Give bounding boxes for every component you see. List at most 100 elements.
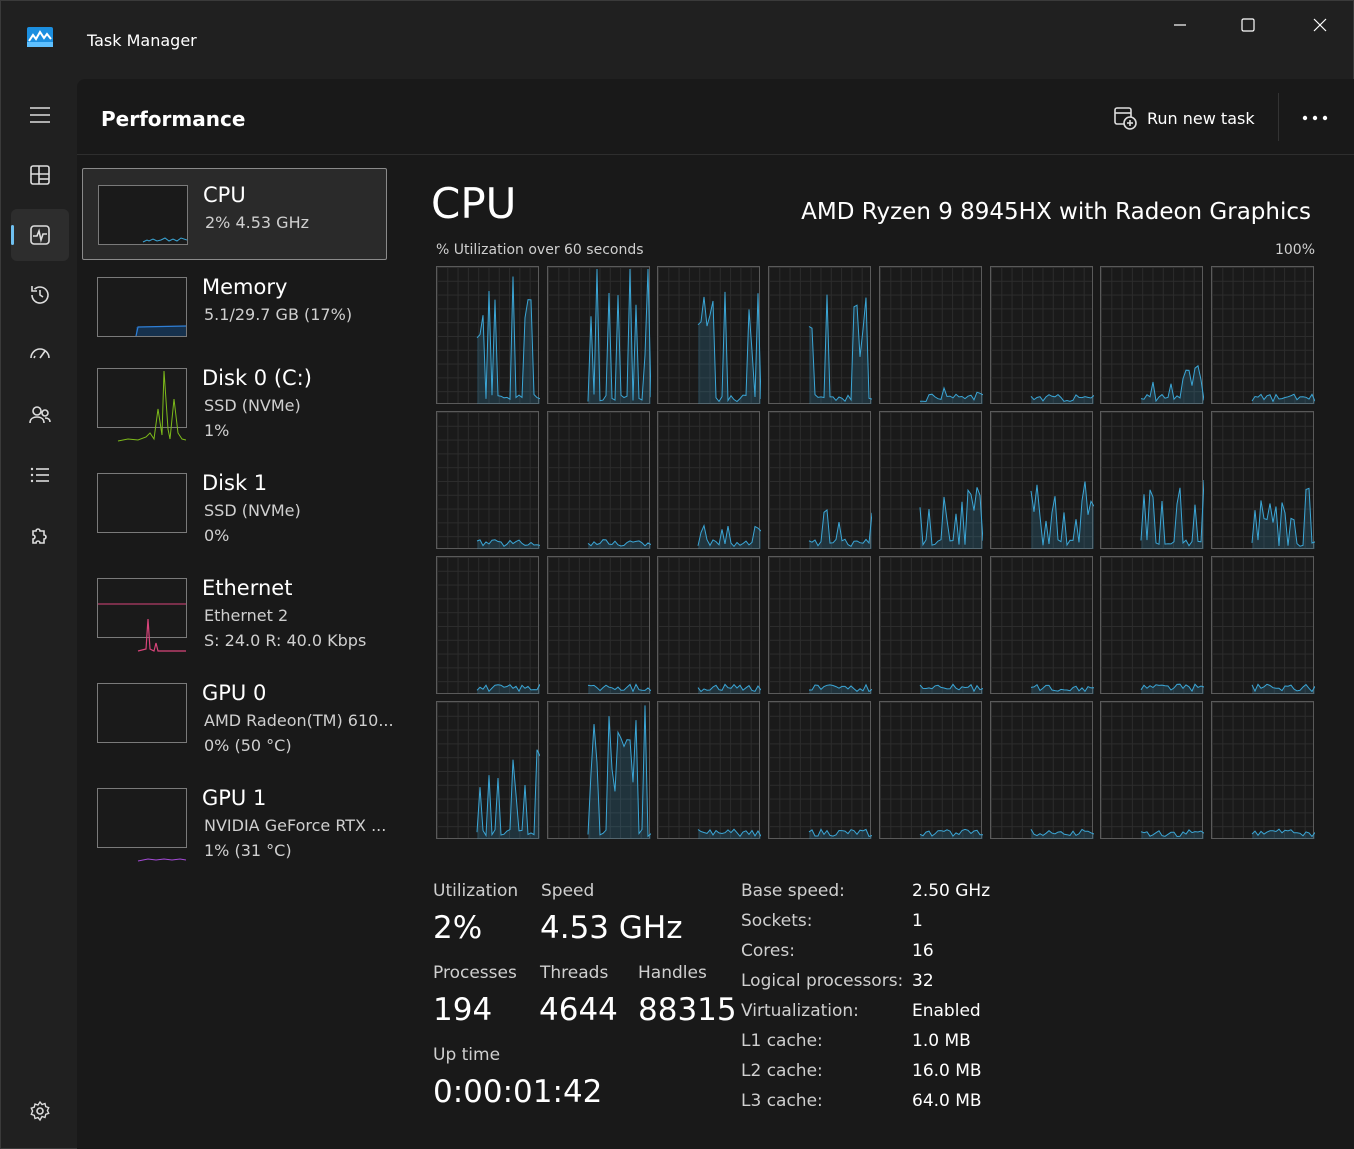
navigation-rail bbox=[1, 79, 77, 1149]
resource-name: Disk 1 bbox=[202, 471, 268, 495]
logical-processor-trace bbox=[1141, 364, 1205, 404]
utilization-value: 2% bbox=[433, 910, 483, 946]
logical-processor-graph bbox=[878, 266, 983, 404]
spec-key: Base speed: bbox=[741, 881, 845, 901]
performance-icon bbox=[30, 225, 50, 245]
logical-processor-graph bbox=[546, 411, 651, 549]
resource-name: Memory bbox=[202, 275, 288, 299]
spec-key: Logical processors: bbox=[741, 971, 904, 991]
nav-performance[interactable] bbox=[11, 209, 69, 261]
logical-processor-graph bbox=[1100, 266, 1205, 404]
logical-processor-graph bbox=[546, 701, 651, 839]
resource-detail: 1% (31 °C) bbox=[204, 841, 292, 860]
logical-processor-trace bbox=[1030, 481, 1094, 549]
logical-processor-graph bbox=[436, 266, 540, 404]
more-icon bbox=[1302, 115, 1328, 121]
resource-name: GPU 0 bbox=[202, 681, 267, 705]
speed-label: Speed bbox=[541, 881, 595, 901]
speed-value: 4.53 GHz bbox=[540, 910, 683, 946]
nav-startup-apps[interactable] bbox=[11, 329, 69, 381]
resource-detail: 0% (50 °C) bbox=[204, 736, 292, 755]
logical-processor-trace bbox=[808, 509, 873, 549]
resource-detail: Ethernet 2 bbox=[204, 606, 289, 625]
task-manager-window: Task Manager Performance Run new task CP… bbox=[0, 0, 1354, 1149]
resource-item-memory[interactable]: Memory 5.1/29.7 GB (17%) bbox=[82, 261, 387, 353]
resource-item-gpu1[interactable]: GPU 1 NVIDIA GeForce RTX ... 1% (31 °C) bbox=[82, 772, 387, 864]
spec-value: 32 bbox=[912, 971, 934, 991]
utilization-area bbox=[809, 294, 873, 404]
cpu-heading: CPU bbox=[431, 179, 517, 228]
ethernet-mini-graph bbox=[98, 603, 186, 652]
disk0-mini-graph bbox=[117, 370, 187, 442]
memory-thumbnail-graph bbox=[97, 277, 187, 337]
logical-processor-trace bbox=[1030, 683, 1094, 694]
nav-settings[interactable] bbox=[11, 1085, 69, 1137]
logical-processor-graph-grid bbox=[436, 266, 1316, 840]
logical-processor-graph bbox=[768, 266, 873, 404]
nav-services[interactable] bbox=[11, 509, 69, 561]
logical-processor-trace bbox=[919, 683, 983, 694]
logical-processor-graph bbox=[768, 556, 873, 694]
resource-item-disk1[interactable]: Disk 1 SSD (NVMe) 0% bbox=[82, 457, 387, 549]
users-icon bbox=[29, 406, 51, 424]
spec-key: Virtualization: bbox=[741, 1001, 859, 1021]
resource-item-disk0[interactable]: Disk 0 (C:) SSD (NVMe) 1% bbox=[82, 352, 387, 444]
resource-item-cpu[interactable]: CPU 2% 4.53 GHz bbox=[82, 168, 387, 260]
maximize-button[interactable] bbox=[1225, 9, 1271, 41]
logical-processor-graph bbox=[436, 411, 540, 549]
utilization-area bbox=[1030, 481, 1094, 549]
nav-menu-toggle[interactable] bbox=[11, 89, 69, 141]
logical-processor-graph bbox=[546, 556, 651, 694]
spec-value: 64.0 MB bbox=[912, 1091, 982, 1111]
performance-panel: Performance Run new task CPU 2% 4.53 GHz… bbox=[77, 79, 1354, 1149]
nav-app-history[interactable] bbox=[11, 269, 69, 321]
logical-processor-trace bbox=[1030, 393, 1094, 404]
run-new-task-button[interactable]: Run new task bbox=[1107, 99, 1261, 137]
logical-processor-graph bbox=[546, 266, 651, 404]
logical-processor-trace bbox=[476, 276, 540, 404]
run-new-task-icon bbox=[1114, 107, 1137, 130]
gpu1-mini-graph bbox=[137, 858, 187, 862]
close-button[interactable] bbox=[1297, 9, 1343, 41]
logical-processor-trace bbox=[1030, 828, 1094, 839]
resource-item-ethernet[interactable]: Ethernet Ethernet 2 S: 24.0 R: 40.0 Kbps bbox=[82, 562, 387, 654]
logical-processor-graph bbox=[1210, 266, 1315, 404]
disk1-thumbnail-graph bbox=[97, 473, 187, 533]
minimize-button[interactable] bbox=[1157, 9, 1203, 41]
logical-processor-trace bbox=[587, 683, 651, 694]
close-icon bbox=[1313, 18, 1327, 32]
logical-processor-trace bbox=[1140, 479, 1205, 549]
logical-processor-trace bbox=[1140, 683, 1205, 694]
spec-value: 1.0 MB bbox=[912, 1031, 971, 1051]
logical-processor-trace bbox=[919, 828, 983, 839]
spec-value: 16 bbox=[912, 941, 934, 961]
resource-name: CPU bbox=[203, 183, 246, 207]
nav-users[interactable] bbox=[11, 389, 69, 441]
logical-processor-graph bbox=[657, 411, 762, 549]
run-new-task-label: Run new task bbox=[1147, 108, 1255, 128]
more-options-button[interactable] bbox=[1295, 103, 1335, 133]
spec-value: 16.0 MB bbox=[912, 1061, 982, 1081]
resource-name: Disk 0 (C:) bbox=[202, 366, 312, 390]
logical-processor-graph bbox=[989, 411, 1094, 549]
resource-detail: NVIDIA GeForce RTX ... bbox=[204, 816, 387, 835]
threads-value: 4644 bbox=[539, 992, 618, 1028]
spec-value: Enabled bbox=[912, 1001, 981, 1021]
cpu-model-name: AMD Ryzen 9 8945HX with Radeon Graphics bbox=[801, 199, 1311, 225]
logical-processor-graph bbox=[989, 266, 1094, 404]
logical-processor-trace bbox=[1251, 393, 1315, 404]
gpu0-thumbnail-graph bbox=[97, 683, 187, 743]
spec-key: L2 cache: bbox=[741, 1061, 823, 1081]
title-bar: Task Manager bbox=[1, 1, 1354, 79]
maximize-icon bbox=[1241, 18, 1255, 32]
nav-details[interactable] bbox=[11, 449, 69, 501]
logical-processor-trace bbox=[587, 705, 651, 839]
resource-detail: SSD (NVMe) bbox=[204, 501, 301, 520]
spec-key: Cores: bbox=[741, 941, 795, 961]
logical-processor-trace bbox=[698, 291, 762, 404]
resource-item-gpu0[interactable]: GPU 0 AMD Radeon(TM) 610... 0% (50 °C) bbox=[82, 667, 394, 759]
ethernet-thumbnail-graph bbox=[97, 578, 187, 652]
nav-processes[interactable] bbox=[11, 149, 69, 201]
logical-processor-trace bbox=[476, 684, 540, 694]
utilization-max-label: 100% bbox=[1274, 242, 1315, 258]
